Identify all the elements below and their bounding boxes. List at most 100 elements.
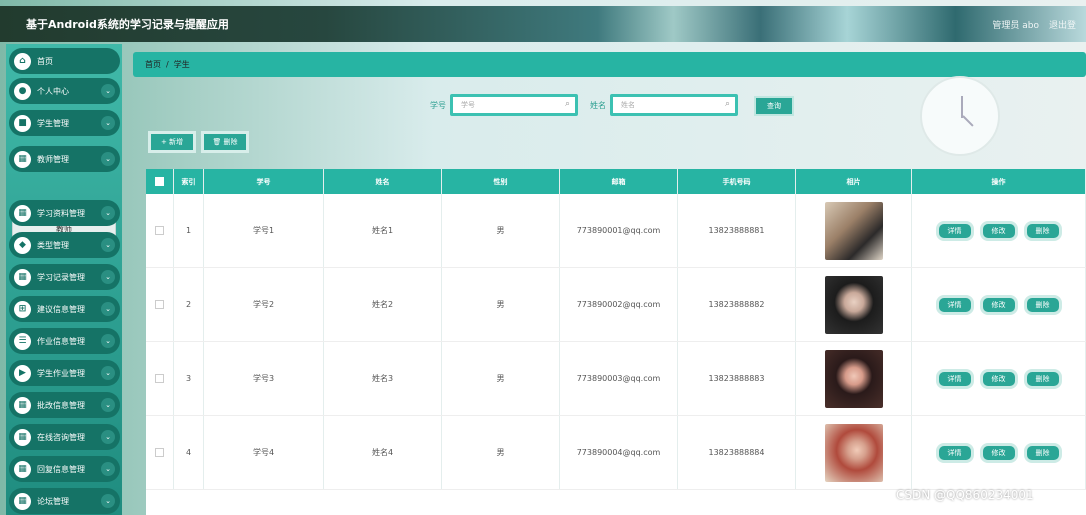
consult-icon: ▦	[14, 428, 31, 446]
add-button[interactable]: + 新增	[148, 131, 196, 153]
chevron-down-icon: ⌄	[101, 116, 115, 130]
query-button[interactable]: 查询	[754, 96, 794, 116]
record-icon: ▦	[14, 268, 31, 286]
sidebar-item-13[interactable]: ▦ 论坛管理 ⌄	[9, 488, 120, 514]
breadcrumb-separator: /	[166, 60, 169, 69]
detail-button[interactable]: 详情	[935, 220, 974, 241]
search-placeholder-no: 学号	[461, 101, 475, 109]
sidebar-item-label: 教师管理	[37, 154, 69, 164]
cell: 详情 修改 删除	[912, 342, 1086, 415]
row-delete-button[interactable]: 删除	[1023, 220, 1062, 241]
sidebar-item-label: 在线咨询管理	[37, 432, 85, 442]
detail-button[interactable]: 详情	[935, 294, 974, 315]
student-icon: ■	[14, 114, 31, 132]
search-input-name[interactable]: 姓名 ⌕	[610, 94, 738, 116]
cell-sex: 男	[442, 416, 560, 489]
cell-name: 姓名2	[324, 268, 442, 341]
student-photo	[824, 201, 883, 260]
sidebar-item-12[interactable]: ▦ 回复信息管理 ⌄	[9, 456, 120, 482]
cell: 详情 修改 删除	[912, 268, 1086, 341]
cell-index: 4	[174, 416, 204, 489]
cell-phone: 13823888881	[678, 194, 796, 267]
sidebar-item-0[interactable]: ⌂ 首页	[9, 48, 120, 74]
delete-button[interactable]: 🗑 删除	[201, 131, 249, 153]
column-header: 学号	[204, 169, 324, 194]
sidebar-item-11[interactable]: ▦ 在线咨询管理 ⌄	[9, 424, 120, 450]
sidebar-item-7[interactable]: ⊞ 建议信息管理 ⌄	[9, 296, 120, 322]
row-checkbox[interactable]	[155, 448, 164, 457]
search-input-no[interactable]: 学号 ⌕	[450, 94, 578, 116]
sidebar-item-8[interactable]: ☰ 作业信息管理 ⌄	[9, 328, 120, 354]
reply-icon: ▦	[14, 460, 31, 478]
cell	[796, 416, 912, 489]
sidebar-item-label: 学生作业管理	[37, 368, 85, 378]
user-icon: ●	[14, 82, 31, 100]
cell-student-no: 学号3	[204, 342, 324, 415]
cell	[146, 194, 174, 267]
sidebar-item-label: 学习记录管理	[37, 272, 85, 282]
chevron-down-icon: ⌄	[101, 462, 115, 476]
cell	[796, 268, 912, 341]
sidebar-item-label: 建议信息管理	[37, 304, 85, 314]
material-icon: ▦	[14, 204, 31, 222]
search-student-name: 姓名 姓名 ⌕	[590, 94, 738, 116]
detail-button[interactable]: 详情	[935, 368, 974, 389]
chevron-down-icon: ⌄	[101, 84, 115, 98]
detail-button[interactable]: 详情	[935, 442, 974, 463]
row-checkbox[interactable]	[155, 226, 164, 235]
cell-email: 773890003@qq.com	[560, 342, 678, 415]
cell-phone: 13823888884	[678, 416, 796, 489]
sidebar-item-label: 批改信息管理	[37, 400, 85, 410]
homework-icon: ☰	[14, 332, 31, 350]
edit-button[interactable]: 修改	[979, 368, 1018, 389]
type-icon: ◆	[14, 236, 31, 254]
cell-phone: 13823888882	[678, 268, 796, 341]
column-header: 邮箱	[560, 169, 678, 194]
edit-button[interactable]: 修改	[979, 294, 1018, 315]
sidebar-item-9[interactable]: ▶ 学生作业管理 ⌄	[9, 360, 120, 386]
edit-button[interactable]: 修改	[979, 220, 1018, 241]
sidebar-item-10[interactable]: ▦ 批改信息管理 ⌄	[9, 392, 120, 418]
search-label-no: 学号	[430, 100, 446, 110]
row-delete-button[interactable]: 删除	[1023, 442, 1062, 463]
sidebar-item-label: 回复信息管理	[37, 464, 85, 474]
sidebar-item-5[interactable]: ◆ 类型管理 ⌄	[9, 232, 120, 258]
column-header: 相片	[796, 169, 912, 194]
sidebar-item-2[interactable]: ■ 学生管理 ⌄	[9, 110, 120, 136]
logout-link[interactable]: 退出登	[1049, 18, 1076, 31]
sidebar-item-label: 类型管理	[37, 240, 69, 250]
cell-sex: 男	[442, 194, 560, 267]
breadcrumb-home[interactable]: 首页	[145, 59, 161, 70]
select-all-checkbox[interactable]	[146, 169, 174, 194]
cell: 详情 修改 删除	[912, 416, 1086, 489]
sidebar-item-3[interactable]: ▦ 教师管理 ⌄	[9, 146, 120, 172]
row-delete-button[interactable]: 删除	[1023, 294, 1062, 315]
chevron-down-icon: ⌄	[101, 334, 115, 348]
cell	[146, 342, 174, 415]
cell-email: 773890001@qq.com	[560, 194, 678, 267]
sidebar-item-1[interactable]: ● 个人中心 ⌄	[9, 78, 120, 104]
suggest-icon: ⊞	[14, 300, 31, 318]
cell-student-no: 学号1	[204, 194, 324, 267]
search-placeholder-name: 姓名	[621, 101, 635, 109]
table-row: 2 学号2 姓名2 男 773890002@qq.com 13823888882 详情 修改删…	[146, 268, 1086, 342]
sidebar-item-label: 首页	[37, 56, 53, 66]
chevron-down-icon: ⌄	[101, 238, 115, 252]
table-header: 索引 学号 姓名 性别 邮箱 手机号码 相片 操作	[146, 169, 1086, 194]
row-checkbox[interactable]	[155, 374, 164, 383]
cell-email: 773890004@qq.com	[560, 416, 678, 489]
cell	[146, 268, 174, 341]
row-checkbox[interactable]	[155, 300, 164, 309]
sidebar-item-6[interactable]: ▦ 学习记录管理 ⌄	[9, 264, 120, 290]
student-photo	[824, 275, 883, 334]
chevron-down-icon: ⌄	[101, 494, 115, 508]
search-icon: ⌕	[564, 99, 570, 109]
row-delete-button[interactable]: 删除	[1023, 368, 1062, 389]
top-bar: 基于Android系统的学习记录与提醒应用 管理员 abo 退出登	[0, 6, 1086, 42]
cell	[146, 416, 174, 489]
teacher-icon: ▦	[14, 150, 31, 168]
search-label-name: 姓名	[590, 100, 606, 110]
app-title: 基于Android系统的学习记录与提醒应用	[26, 18, 229, 31]
edit-button[interactable]: 修改	[979, 442, 1018, 463]
sidebar-item-4[interactable]: ▦ 学习资料管理 ⌄	[9, 200, 120, 226]
